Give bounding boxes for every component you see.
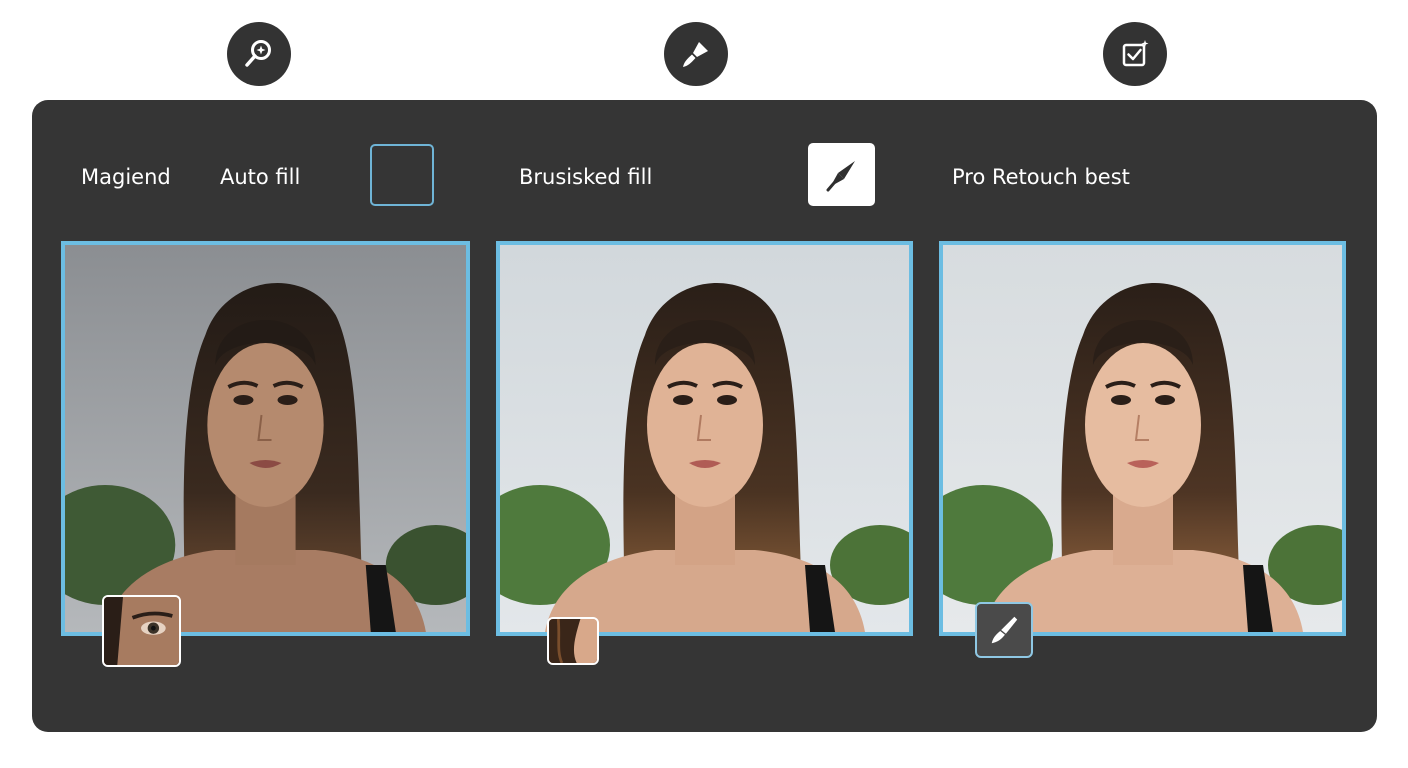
pen-nib-icon <box>826 160 855 191</box>
auto-fill-label[interactable]: Auto fill <box>220 165 300 189</box>
pen-nib-tool-button[interactable] <box>808 143 875 206</box>
portrait-brush-fill-image <box>500 245 909 632</box>
portrait-pro-retouch[interactable] <box>939 241 1346 636</box>
pro-retouch-label[interactable]: Pro Retouch best <box>952 165 1130 189</box>
eye-detail-image <box>104 597 179 665</box>
hair-detail-thumbnail[interactable] <box>547 617 599 665</box>
checkbox-sparkle-glyph <box>1122 40 1149 67</box>
brush-fill-label[interactable]: Brusisked fill <box>519 165 652 189</box>
magnify-sparkle-glyph <box>245 40 271 67</box>
brush-icon <box>991 616 1018 644</box>
eye-detail-thumbnail[interactable] <box>102 595 181 667</box>
portrait-auto-fill-image <box>65 245 466 632</box>
brush-tool-badge[interactable] <box>975 602 1033 658</box>
magnify-sparkle-icon[interactable] <box>227 22 291 86</box>
brush-glyph <box>683 42 708 67</box>
auto-fill-toggle[interactable] <box>370 144 434 206</box>
magiend-label[interactable]: Magiend <box>81 165 171 189</box>
portrait-auto-fill[interactable] <box>61 241 470 636</box>
portrait-brush-fill[interactable] <box>496 241 913 636</box>
checkbox-sparkle-icon[interactable] <box>1103 22 1167 86</box>
portrait-pro-retouch-image <box>943 245 1342 632</box>
hair-detail-image <box>549 619 597 663</box>
brush-icon[interactable] <box>664 22 728 86</box>
